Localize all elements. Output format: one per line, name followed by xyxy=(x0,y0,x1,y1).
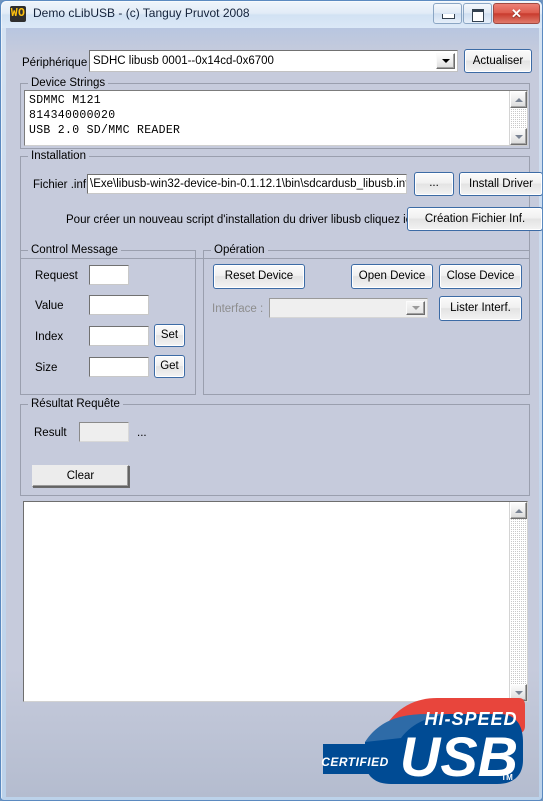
interface-combobox-arrow-button[interactable] xyxy=(406,301,425,315)
output-scrollbar[interactable] xyxy=(509,502,527,701)
result-group: Résultat Requête Result ... Clear xyxy=(20,398,530,496)
app-icon: WO xyxy=(10,6,26,22)
close-button[interactable]: ✕ xyxy=(493,3,540,24)
request-label: Request xyxy=(35,270,78,282)
set-button-label: Set xyxy=(160,329,179,341)
control-message-title: Control Message xyxy=(28,244,121,256)
refresh-button[interactable]: Actualiser xyxy=(464,49,532,73)
index-label: Index xyxy=(35,331,64,343)
result-title: Résultat Requête xyxy=(28,398,123,410)
certified-text: CERTIFIED xyxy=(321,755,389,769)
scroll-up-button[interactable] xyxy=(510,502,527,519)
get-button[interactable]: Get xyxy=(154,355,185,378)
device-strings-scrollbar[interactable] xyxy=(509,91,527,145)
create-inf-label: Création Fichier Inf. xyxy=(424,213,526,225)
interface-label: Interface : xyxy=(212,303,264,315)
scroll-up-button[interactable] xyxy=(510,91,527,108)
usb-logo-icon: HI-SPEED CERTIFIED USB TM xyxy=(321,698,525,788)
client-area: Périphérique : SDHC libusb 0001--0x14cd-… xyxy=(6,28,542,797)
reset-device-label: Reset Device xyxy=(224,270,294,282)
application-window: WO Demo cLibUSB - (c) Tanguy Pruvot 2008… xyxy=(0,0,543,801)
open-device-label: Open Device xyxy=(358,270,426,282)
browse-inf-label: ... xyxy=(429,177,439,189)
clear-button[interactable]: Clear xyxy=(32,465,129,487)
minimize-icon xyxy=(442,14,455,19)
output-textarea[interactable] xyxy=(23,501,528,702)
device-combobox-arrow-button[interactable] xyxy=(436,53,455,69)
size-label: Size xyxy=(35,362,58,374)
browse-inf-button[interactable]: ... xyxy=(414,172,454,196)
window-title: Demo cLibUSB - (c) Tanguy Pruvot 2008 xyxy=(33,6,250,20)
chevron-down-icon xyxy=(411,306,420,310)
result-ellipsis: ... xyxy=(137,427,147,439)
installation-title: Installation xyxy=(28,150,89,162)
title-bar[interactable]: WO Demo cLibUSB - (c) Tanguy Pruvot 2008… xyxy=(1,1,542,28)
value-label: Value xyxy=(35,300,64,312)
request-input[interactable] xyxy=(89,265,129,285)
list-interfaces-button[interactable]: Lister Interf. xyxy=(439,296,522,321)
index-input[interactable] xyxy=(89,326,149,346)
scroll-down-button[interactable] xyxy=(510,128,527,145)
open-device-button[interactable]: Open Device xyxy=(351,264,433,289)
inf-file-label: Fichier .inf xyxy=(33,179,87,191)
device-combobox-value: SDHC libusb 0001--0x14cd-0x6700 xyxy=(93,55,274,67)
operation-group: Opération Reset Device Open Device Close… xyxy=(203,244,530,395)
device-strings-textbox[interactable]: SDMMC M121 814340000020 USB 2.0 SD/MMC R… xyxy=(24,90,528,146)
device-string-line: USB 2.0 SD/MMC READER xyxy=(29,124,181,137)
device-strings-title: Device Strings xyxy=(28,77,109,89)
result-label: Result xyxy=(34,427,67,439)
inf-path-value: \Exe\libusb-win32-device-bin-0.1.12.1\bi… xyxy=(90,178,407,190)
operation-title: Opération xyxy=(211,244,268,256)
close-icon: ✕ xyxy=(511,6,522,21)
list-interfaces-label: Lister Interf. xyxy=(450,302,511,314)
maximize-icon xyxy=(472,9,484,22)
triangle-down-icon xyxy=(514,134,523,139)
device-strings-group: Device Strings SDMMC M121 814340000020 U… xyxy=(20,77,530,149)
minimize-button[interactable] xyxy=(433,3,462,24)
create-inf-button[interactable]: Création Fichier Inf. xyxy=(407,207,542,231)
hi-speed-certified-usb-logo: HI-SPEED CERTIFIED USB TM xyxy=(321,694,526,789)
device-string-line: SDMMC M121 xyxy=(29,94,102,107)
trademark-text: TM xyxy=(501,773,513,782)
chevron-down-icon xyxy=(441,59,450,63)
clear-button-label: Clear xyxy=(66,470,95,482)
get-button-label: Get xyxy=(160,360,179,372)
install-driver-label: Install Driver xyxy=(469,178,533,190)
value-input[interactable] xyxy=(89,295,149,315)
refresh-button-label: Actualiser xyxy=(472,55,524,67)
triangle-up-icon xyxy=(514,97,523,102)
result-input xyxy=(79,422,129,442)
device-string-line: 814340000020 xyxy=(29,109,116,122)
close-device-label: Close Device xyxy=(446,270,515,282)
device-combobox[interactable]: SDHC libusb 0001--0x14cd-0x6700 xyxy=(89,50,458,72)
window-controls: ✕ xyxy=(432,3,540,24)
size-input[interactable] xyxy=(89,357,149,377)
triangle-up-icon xyxy=(514,508,523,513)
create-inf-hint: Pour créer un nouveau script d'installat… xyxy=(66,214,421,226)
inf-path-input[interactable]: \Exe\libusb-win32-device-bin-0.1.12.1\bi… xyxy=(87,174,407,194)
maximize-button[interactable] xyxy=(463,3,492,24)
set-button[interactable]: Set xyxy=(154,324,185,347)
close-device-button[interactable]: Close Device xyxy=(439,264,522,289)
device-label: Périphérique : xyxy=(22,57,94,69)
interface-combobox[interactable] xyxy=(269,298,428,318)
control-message-group: Control Message Request Value Index Size… xyxy=(20,244,196,395)
install-driver-button[interactable]: Install Driver xyxy=(459,172,542,196)
reset-device-button[interactable]: Reset Device xyxy=(213,264,305,289)
